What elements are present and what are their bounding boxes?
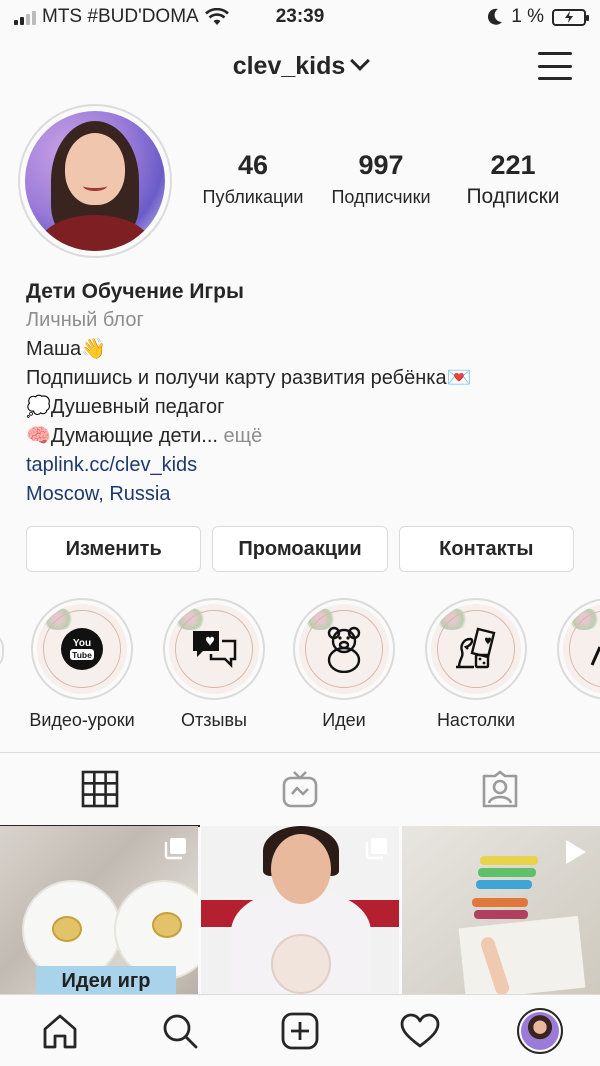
bio: Дети Обучение Игры Личный блог Маша👋 Под… — [26, 277, 586, 509]
contacts-button[interactable]: Контакты — [398, 526, 574, 572]
highlight-label: Видео-уроки — [29, 710, 135, 730]
tab-tagged[interactable] — [400, 753, 600, 825]
status-bar: MTS #BUD'DOMA 23:39 1 % — [0, 0, 600, 36]
followers-label: Подписчики — [331, 187, 431, 207]
highlight-ideas[interactable]: Идеи — [284, 598, 404, 731]
bio-line: Маша👋 — [26, 338, 107, 360]
search-icon — [163, 1014, 198, 1048]
nav-activity[interactable] — [390, 1001, 450, 1061]
highlight-label: Настолки — [436, 710, 516, 730]
post-thumbnail[interactable] — [402, 826, 600, 994]
profile-tabs — [0, 753, 600, 827]
tab-igtv[interactable] — [200, 753, 400, 825]
more-link[interactable]: ещё — [224, 425, 263, 447]
multiple-photos-icon — [164, 838, 186, 860]
username: clev_kids — [232, 52, 346, 80]
story-highlights: You Tube Видео-уроки Отзывы Идеи Настолк… — [0, 598, 600, 738]
highlight-label: Идеи — [322, 710, 366, 730]
stat-following[interactable]: 221 Подписки — [446, 150, 580, 209]
avatar-photo — [25, 111, 165, 251]
activity-heart-icon — [400, 1013, 440, 1047]
bio-line: Подпишись и получи карту развития ребёнк… — [26, 367, 472, 389]
display-name: Дети Обучение Игры — [26, 280, 244, 303]
bio-line: 💭Душевный педагог — [26, 396, 225, 418]
bottom-navigation — [0, 994, 600, 1066]
posts-label: Публикации — [202, 187, 304, 207]
status-right: 1 % — [487, 6, 589, 28]
video-play-icon — [566, 840, 586, 864]
bio-line-truncated: 🧠Думающие дети... ещё — [26, 422, 586, 451]
posts-grid: Идеи игр — [0, 826, 600, 994]
battery-icon — [552, 8, 589, 26]
nav-profile[interactable] — [510, 1001, 570, 1061]
following-count: 221 — [490, 150, 536, 180]
category-label: Личный блог — [26, 309, 144, 331]
profile-actions: Изменить Промоакции Контакты — [26, 526, 574, 572]
website-link[interactable]: taplink.cc/clev_kids — [26, 451, 586, 480]
nav-home[interactable] — [30, 1001, 90, 1061]
grid-icon — [81, 770, 119, 808]
nav-search[interactable] — [150, 1001, 210, 1061]
following-label: Подписки — [466, 185, 560, 208]
highlight-partial[interactable]: М — [548, 598, 600, 731]
highlight-video-lessons[interactable]: You Tube Видео-уроки — [22, 598, 142, 731]
youtube-icon: You Tube — [61, 628, 103, 670]
highlight-board-games[interactable]: Настолки — [416, 598, 536, 731]
location-link[interactable]: Moscow, Russia — [26, 480, 586, 509]
profile-header: clev_kids — [0, 44, 600, 94]
battery-percent: 1 % — [511, 6, 544, 27]
partial-highlight-left — [0, 632, 4, 670]
account-switcher[interactable]: clev_kids — [0, 51, 600, 81]
nav-new-post[interactable] — [270, 1001, 330, 1061]
toy-sheep — [271, 934, 331, 994]
new-post-icon — [281, 1012, 319, 1049]
post-thumbnail[interactable]: Идеи игр — [0, 826, 198, 994]
highlight-reviews[interactable]: Отзывы — [154, 598, 274, 731]
profile-avatar[interactable] — [18, 104, 172, 258]
profile-stats: 46 Публикации 997 Подписчики 221 Подписк… — [190, 150, 580, 209]
partial-icon — [590, 646, 600, 666]
moon-icon — [488, 8, 503, 25]
tagged-person-icon — [482, 770, 518, 808]
promotions-button[interactable]: Промоакции — [212, 526, 388, 572]
edit-profile-button[interactable]: Изменить — [26, 526, 202, 572]
tab-grid[interactable] — [0, 753, 200, 827]
svg-text:Tube: Tube — [72, 650, 92, 660]
tv-icon — [282, 771, 318, 808]
posts-count: 46 — [237, 150, 269, 180]
post-caption: Идеи игр — [36, 966, 176, 994]
highlight-label: Отзывы — [181, 710, 247, 730]
teddy-bear-icon — [327, 626, 361, 673]
highlight-label: М — [548, 710, 600, 731]
chat-bubbles-icon — [193, 631, 237, 669]
post-thumbnail[interactable] — [201, 826, 399, 994]
bio-line: 🧠Думающие дети... — [26, 425, 218, 447]
followers-count: 997 — [358, 150, 404, 180]
stat-posts[interactable]: 46 Публикации — [190, 150, 316, 209]
home-icon — [43, 1014, 77, 1048]
multiple-photos-icon — [365, 838, 387, 860]
svg-text:You: You — [73, 638, 91, 649]
chevron-down-icon — [350, 51, 371, 71]
stat-followers[interactable]: 997 Подписчики — [316, 150, 446, 209]
board-games-icon — [456, 627, 496, 669]
profile-avatar — [517, 1007, 563, 1054]
hamburger-menu-icon[interactable] — [538, 52, 572, 80]
